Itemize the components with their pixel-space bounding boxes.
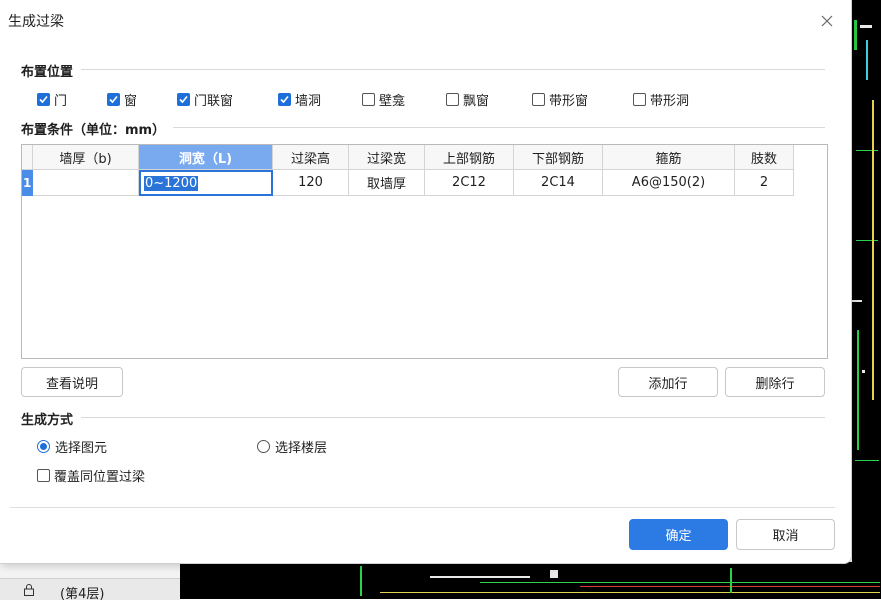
radio-selected-icon <box>37 440 50 453</box>
checkbox-label: 飘窗 <box>463 94 490 109</box>
delete-row-button[interactable]: 删除行 <box>725 367 825 397</box>
checkbox-label: 门联窗 <box>194 94 234 109</box>
cell-lintel-width[interactable]: 取墙厚 <box>349 170 425 196</box>
col-header[interactable]: 过梁高 <box>273 145 349 170</box>
cell-wall-thickness[interactable] <box>33 170 139 196</box>
cell-opening-width[interactable]: 0~1200 <box>139 170 273 196</box>
close-icon <box>821 15 833 27</box>
check-icon <box>107 93 120 106</box>
checkbox-bay-window[interactable]: 飘窗 <box>446 90 489 109</box>
radio-select-floor[interactable]: 选择楼层 <box>257 437 327 456</box>
col-header[interactable]: 洞宽（L) <box>139 145 273 170</box>
checkbox-box <box>362 93 375 106</box>
checkbox-strip-opening[interactable]: 带形洞 <box>633 90 689 109</box>
col-header[interactable]: 箍筋 <box>603 145 735 170</box>
col-header[interactable]: 上部钢筋 <box>425 145 514 170</box>
section-placement-label: 布置位置 <box>21 61 82 80</box>
table-header: 墙厚（b) 洞宽（L) 过梁高 过梁宽 上部钢筋 下部钢筋 箍筋 肢数 <box>22 145 794 170</box>
checkbox-box <box>532 93 545 106</box>
checkbox-niche[interactable]: 壁龛 <box>362 90 405 109</box>
cell-top-rebar[interactable]: 2C12 <box>425 170 514 196</box>
checkbox-label: 壁龛 <box>379 94 406 109</box>
lintel-table: 墙厚（b) 洞宽（L) 过梁高 过梁宽 上部钢筋 下部钢筋 箍筋 肢数 1 0~… <box>21 144 828 359</box>
col-header[interactable]: 肢数 <box>735 145 794 170</box>
floor-label: (第4层) <box>60 587 105 602</box>
checkbox-label: 覆盖同位置过梁 <box>54 470 146 485</box>
section-condition-label: 布置条件（单位：mm） <box>21 119 174 138</box>
table-corner <box>22 145 33 170</box>
row-number[interactable]: 1 <box>22 170 33 196</box>
col-header[interactable]: 下部钢筋 <box>514 145 603 170</box>
lock-icon <box>24 584 34 596</box>
checkbox-box <box>446 93 459 106</box>
checkbox-wall-opening[interactable]: 墙洞 <box>278 90 321 109</box>
cell-legs[interactable]: 2 <box>735 170 794 196</box>
table-row[interactable]: 1 0~1200 120 取墙厚 2C12 2C14 A6@150(2) 2 <box>22 170 794 196</box>
ok-button[interactable]: 确定 <box>629 519 728 550</box>
checkbox-label: 墙洞 <box>295 94 322 109</box>
section-divider <box>20 417 825 418</box>
close-button[interactable] <box>815 9 839 33</box>
checkbox-door[interactable]: 门 <box>37 90 67 109</box>
check-icon <box>278 93 291 106</box>
cancel-button[interactable]: 取消 <box>736 519 835 550</box>
col-header[interactable]: 墙厚（b) <box>33 145 139 170</box>
col-header[interactable]: 过梁宽 <box>349 145 425 170</box>
checkbox-strip-window[interactable]: 带形窗 <box>532 90 588 109</box>
cell-stirrup[interactable]: A6@150(2) <box>603 170 735 196</box>
checkbox-box <box>37 469 50 482</box>
checkbox-label: 带形洞 <box>650 94 690 109</box>
cell-bottom-rebar[interactable]: 2C14 <box>514 170 603 196</box>
generate-lintel-dialog: 生成过梁 布置位置 门 窗 门联窗 墙洞 壁龛 飘窗 带形窗 带形洞 布置条件（… <box>0 0 852 564</box>
floor-list-item[interactable]: (第4层) <box>0 578 180 602</box>
cell-edit-text[interactable]: 0~1200 <box>144 175 199 191</box>
section-divider <box>20 69 825 70</box>
check-icon <box>37 93 50 106</box>
radio-label: 选择图元 <box>55 441 108 456</box>
radio-select-element[interactable]: 选择图元 <box>37 437 107 456</box>
cell-lintel-height[interactable]: 120 <box>273 170 349 196</box>
cad-canvas-right <box>852 0 881 599</box>
checkbox-label: 窗 <box>124 94 138 109</box>
check-icon <box>177 93 190 106</box>
checkbox-door-window[interactable]: 门联窗 <box>177 90 233 109</box>
dialog-title: 生成过梁 <box>8 14 64 30</box>
checkbox-window[interactable]: 窗 <box>107 90 137 109</box>
cad-canvas-bottom <box>180 562 881 599</box>
checkbox-overwrite[interactable]: 覆盖同位置过梁 <box>37 466 145 485</box>
footer-divider <box>10 507 835 508</box>
radio-label: 选择楼层 <box>275 441 328 456</box>
radio-icon <box>257 440 270 453</box>
checkbox-label: 门 <box>54 94 68 109</box>
section-generate-label: 生成方式 <box>21 409 82 428</box>
checkbox-box <box>633 93 646 106</box>
checkbox-label: 带形窗 <box>549 94 589 109</box>
add-row-button[interactable]: 添加行 <box>618 367 718 397</box>
view-help-button[interactable]: 查看说明 <box>21 367 123 397</box>
